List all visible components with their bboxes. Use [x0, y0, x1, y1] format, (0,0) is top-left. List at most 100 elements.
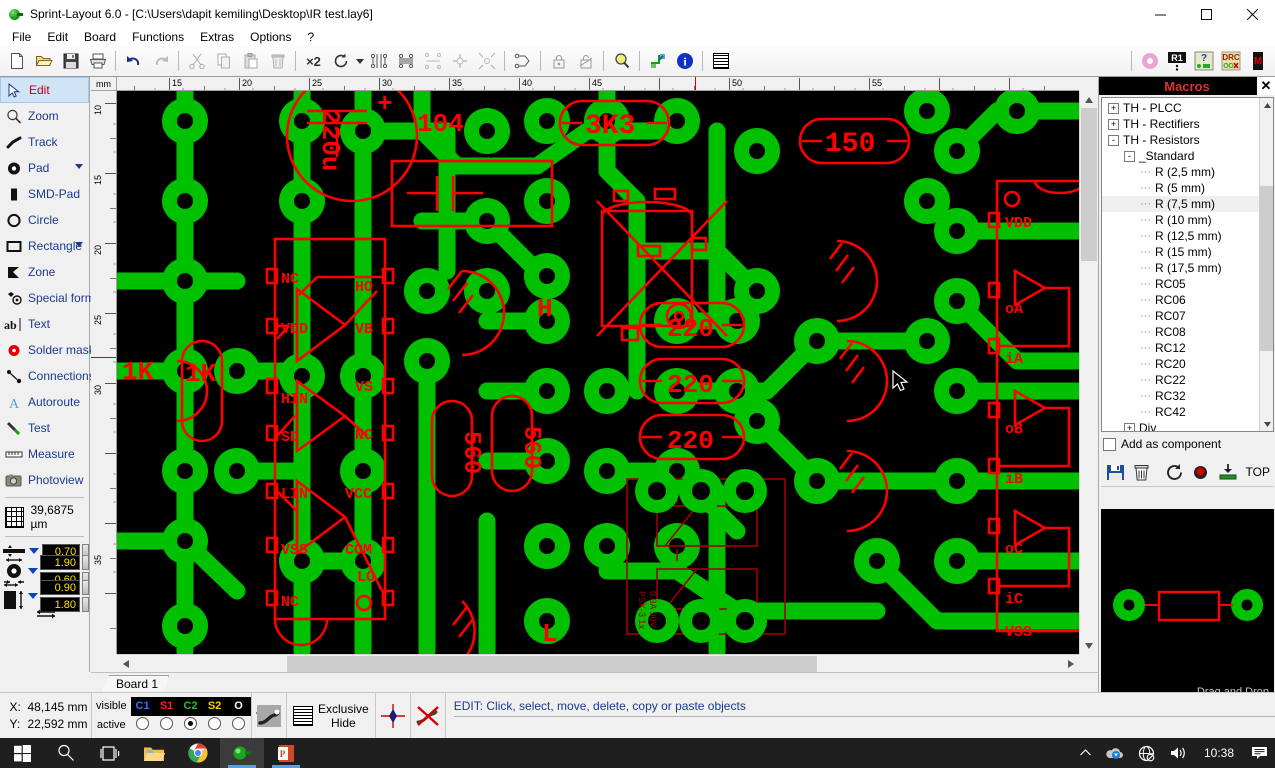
delete-icon[interactable] [265, 49, 290, 74]
macro-tree-item[interactable]: ··· RC42 [1102, 404, 1261, 420]
macro-tree-item[interactable]: ··· RC32 [1102, 388, 1261, 404]
rotate-dropdown-caret-icon[interactable] [354, 49, 365, 74]
horizontal-ruler[interactable]: 15 20 25 30 35 40 45 50 55 [117, 77, 1079, 91]
tree-expand-icon[interactable]: + [1108, 118, 1119, 130]
tool-pad[interactable]: Pad [0, 155, 89, 181]
macro-tree-item[interactable]: ··· R (10 mm) [1102, 212, 1261, 228]
duplicate-x2-icon[interactable]: ×2 [301, 49, 326, 74]
macros-tree[interactable]: + TH - PLCC + TH - Rectifiers - TH - Resistor… [1101, 97, 1274, 432]
tab-board-1[interactable]: Board 1 [101, 675, 170, 693]
add-as-component-checkbox[interactable] [1103, 437, 1116, 451]
menu-options[interactable]: Options [242, 29, 299, 45]
unlock-icon[interactable] [573, 49, 598, 74]
tool-solder-mask[interactable]: Solder mask [0, 337, 95, 363]
pad-outer-row[interactable]: 1.90 0.60 [2, 555, 89, 587]
lock-icon[interactable] [546, 49, 571, 74]
rectangle-dropdown-caret-icon[interactable] [75, 242, 83, 247]
pad-dropdown-caret-icon[interactable] [75, 164, 83, 169]
save-macro-icon[interactable] [1105, 461, 1126, 483]
scroll-down-button[interactable] [1080, 637, 1098, 654]
tool-circle[interactable]: Circle [0, 207, 89, 233]
macro-tree-item[interactable]: ··· R (5 mm) [1102, 180, 1261, 196]
align-icon[interactable] [420, 49, 445, 74]
crop-board-icon[interactable] [645, 49, 670, 74]
canvas-horizontal-scrollbar[interactable] [117, 654, 1079, 673]
smd-width-value[interactable]: 0.90 [40, 580, 80, 595]
chrome-icon[interactable] [176, 738, 220, 768]
tool-connections[interactable]: Connections [0, 363, 95, 389]
tree-collapse-icon[interactable]: - [1108, 134, 1119, 146]
macro-tree-item[interactable]: ··· R (12,5 mm) [1102, 228, 1261, 244]
macro-tree-item[interactable]: ··· R (7,5 mm) [1102, 196, 1261, 212]
macro-tree-item[interactable]: ··· RC06 [1102, 292, 1261, 308]
canvas-vertical-scrollbar[interactable] [1079, 91, 1098, 654]
tree-scroll-down-button[interactable] [1260, 417, 1273, 431]
notification-center-icon[interactable] [1244, 738, 1275, 768]
vertical-ruler[interactable]: 10 15 20 25 30 35 [91, 91, 117, 654]
layer-c2-radio[interactable] [184, 717, 198, 730]
help-test-icon[interactable]: ? [1191, 49, 1216, 74]
print-icon[interactable] [85, 49, 110, 74]
show-hidden-icons-chevron[interactable] [1073, 738, 1098, 768]
macro-tree-item[interactable]: ··· R (2,5 mm) [1102, 164, 1261, 180]
grid-setting[interactable]: 39,6875 µm [0, 502, 89, 532]
open-file-icon[interactable] [31, 49, 56, 74]
minimize-button[interactable] [1137, 0, 1183, 28]
flatten-icon[interactable] [447, 49, 472, 74]
drc-icon[interactable]: DRC [1218, 49, 1243, 74]
macros-tree-scrollbar[interactable] [1259, 98, 1273, 431]
center-icon[interactable] [474, 49, 499, 74]
volume-icon[interactable] [1162, 738, 1194, 768]
macro-tree-item[interactable]: - _Standard [1102, 148, 1261, 164]
ground-plane-icon[interactable] [708, 49, 733, 74]
tool-special-form[interactable]: Special form [0, 285, 95, 311]
onedrive-icon[interactable] [1098, 738, 1131, 768]
smd-height-spinner[interactable] [82, 597, 89, 612]
macro-tree-item[interactable]: ··· RC12 [1102, 340, 1261, 356]
copy-icon[interactable] [211, 49, 236, 74]
pcb-layout-view[interactable]: 220u 104 3K3 150 1K 1K 220 220 220 560 5… [117, 91, 1079, 654]
tool-autoroute[interactable]: A Autoroute [0, 389, 89, 415]
scroll-right-button[interactable] [1062, 655, 1079, 673]
layer-c1-toggle[interactable]: C1 [131, 697, 155, 716]
taskbar-clock[interactable]: 10:38 [1194, 746, 1244, 760]
smd-size-row[interactable]: 0.90 1.80 [2, 580, 89, 612]
solder-mask-preview-icon[interactable] [1137, 49, 1162, 74]
m-marker-icon[interactable]: M [1245, 49, 1270, 74]
vertical-scroll-thumb[interactable] [1081, 108, 1097, 261]
pad-outer-value[interactable]: 1.90 [40, 555, 80, 570]
maximize-button[interactable] [1183, 0, 1229, 28]
layer-c2-toggle[interactable]: C2 [179, 697, 203, 716]
mirror-vertical-icon[interactable] [393, 49, 418, 74]
scroll-up-button[interactable] [1080, 91, 1098, 108]
close-button[interactable] [1229, 0, 1275, 28]
zoom-icon[interactable] [609, 49, 634, 74]
macro-tree-item[interactable]: + Div [1102, 420, 1261, 431]
tool-edit[interactable]: Edit [0, 77, 89, 103]
macro-tree-item[interactable]: ··· RC05 [1102, 276, 1261, 292]
smd-width-spinner[interactable] [82, 580, 89, 595]
macro-preview-panel[interactable]: Drag and Drop [1101, 509, 1274, 701]
tree-scroll-thumb[interactable] [1260, 186, 1273, 351]
redo-icon[interactable] [148, 49, 173, 74]
layer-s1-toggle[interactable]: S1 [155, 697, 179, 716]
undo-icon[interactable] [121, 49, 146, 74]
tool-photoview[interactable]: Photoview [0, 467, 89, 493]
tool-zoom[interactable]: Zoom [0, 103, 89, 129]
tool-smd-pad[interactable]: SMD-Pad [0, 181, 89, 207]
cut-icon[interactable] [184, 49, 209, 74]
group-icon[interactable] [510, 49, 535, 74]
cut-track-icon[interactable] [252, 701, 286, 731]
menu-board[interactable]: Board [76, 29, 124, 45]
file-explorer-icon[interactable] [132, 738, 176, 768]
layer-o-toggle[interactable]: O [227, 697, 251, 716]
macro-tree-item[interactable]: ··· RC22 [1102, 372, 1261, 388]
macros-close-button[interactable]: ✕ [1257, 77, 1275, 95]
macro-tree-item[interactable]: ··· R (15 mm) [1102, 244, 1261, 260]
horizontal-scroll-thumb[interactable] [287, 656, 817, 672]
info-icon[interactable]: i [672, 49, 697, 74]
search-icon[interactable] [44, 738, 88, 768]
sprint-layout-icon[interactable] [220, 738, 264, 768]
tree-collapse-icon[interactable]: - [1124, 150, 1135, 162]
pad-outer-spinner[interactable] [82, 555, 89, 570]
